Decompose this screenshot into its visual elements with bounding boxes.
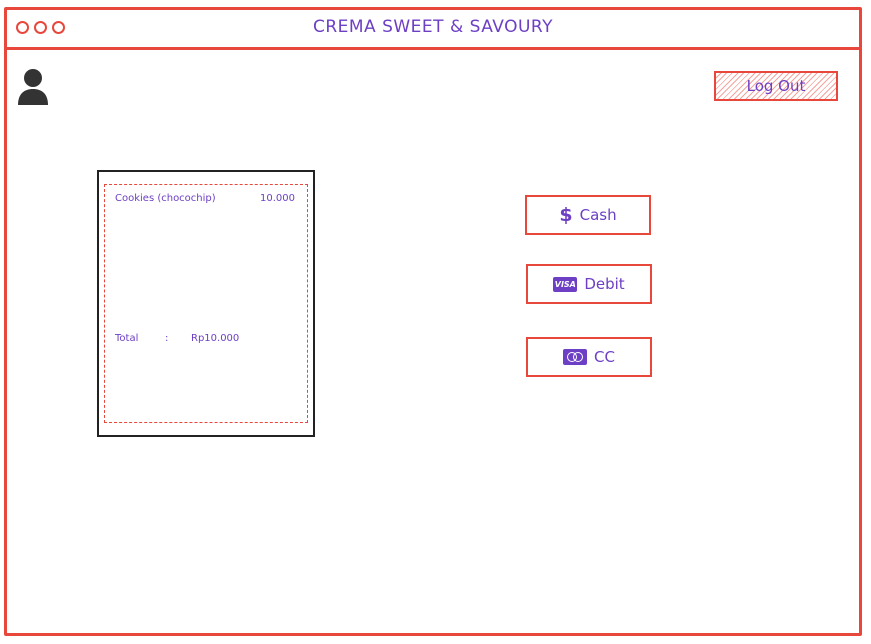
cc-label: CC — [594, 348, 615, 366]
visa-card-icon: VISA — [553, 276, 578, 292]
receipt-item-name: Cookies (chocochip) — [115, 193, 216, 204]
app-title: CREMA SWEET & SAVOURY — [312, 17, 554, 37]
cc-payment-button[interactable]: CC — [526, 337, 652, 377]
receipt-panel: Cookies (chocochip) 10.000 Total : Rp10.… — [97, 170, 315, 437]
logout-button[interactable]: Log Out — [714, 71, 838, 101]
debit-payment-button[interactable]: VISA Debit — [526, 264, 652, 304]
receipt-total-separator: : — [165, 333, 169, 344]
receipt-content: Cookies (chocochip) 10.000 Total : Rp10.… — [104, 184, 308, 423]
cash-label: Cash — [579, 206, 617, 224]
dollar-icon: $ — [559, 204, 573, 226]
receipt-total-label: Total — [115, 333, 139, 344]
user-icon — [18, 69, 48, 105]
receipt-item-price: 10.000 — [260, 193, 295, 204]
cash-payment-button[interactable]: $ Cash — [525, 195, 651, 235]
receipt-total-value: Rp10.000 — [191, 333, 240, 344]
title-bar: CREMA SWEET & SAVOURY — [7, 10, 859, 50]
debit-label: Debit — [584, 275, 625, 293]
mastercard-icon — [563, 349, 588, 365]
